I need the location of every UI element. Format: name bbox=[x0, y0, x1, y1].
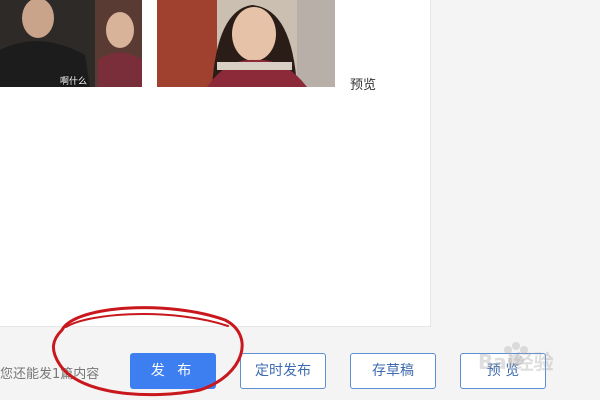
publish-button[interactable]: 发 布 bbox=[130, 353, 216, 389]
image-thumbnail[interactable] bbox=[157, 0, 335, 87]
editor-panel: 啊什么 预览 bbox=[0, 0, 431, 327]
image-thumbnail[interactable]: 啊什么 bbox=[0, 0, 142, 87]
schedule-publish-button[interactable]: 定时发布 bbox=[240, 353, 326, 389]
photo-woman-icon bbox=[157, 0, 335, 87]
preview-link[interactable]: 预览 bbox=[350, 74, 376, 93]
thumbnail-caption: 啊什么 bbox=[60, 77, 88, 87]
preview-button[interactable]: 预 览 bbox=[460, 353, 546, 389]
save-draft-button[interactable]: 存草稿 bbox=[350, 353, 436, 389]
remaining-count-text: 您还能发1篇内容 bbox=[0, 367, 100, 382]
publish-page: 啊什么 预览 您还能发1篇内容 发 布 定时发布 存草稿 预 览 Bai经验 bbox=[0, 0, 600, 400]
